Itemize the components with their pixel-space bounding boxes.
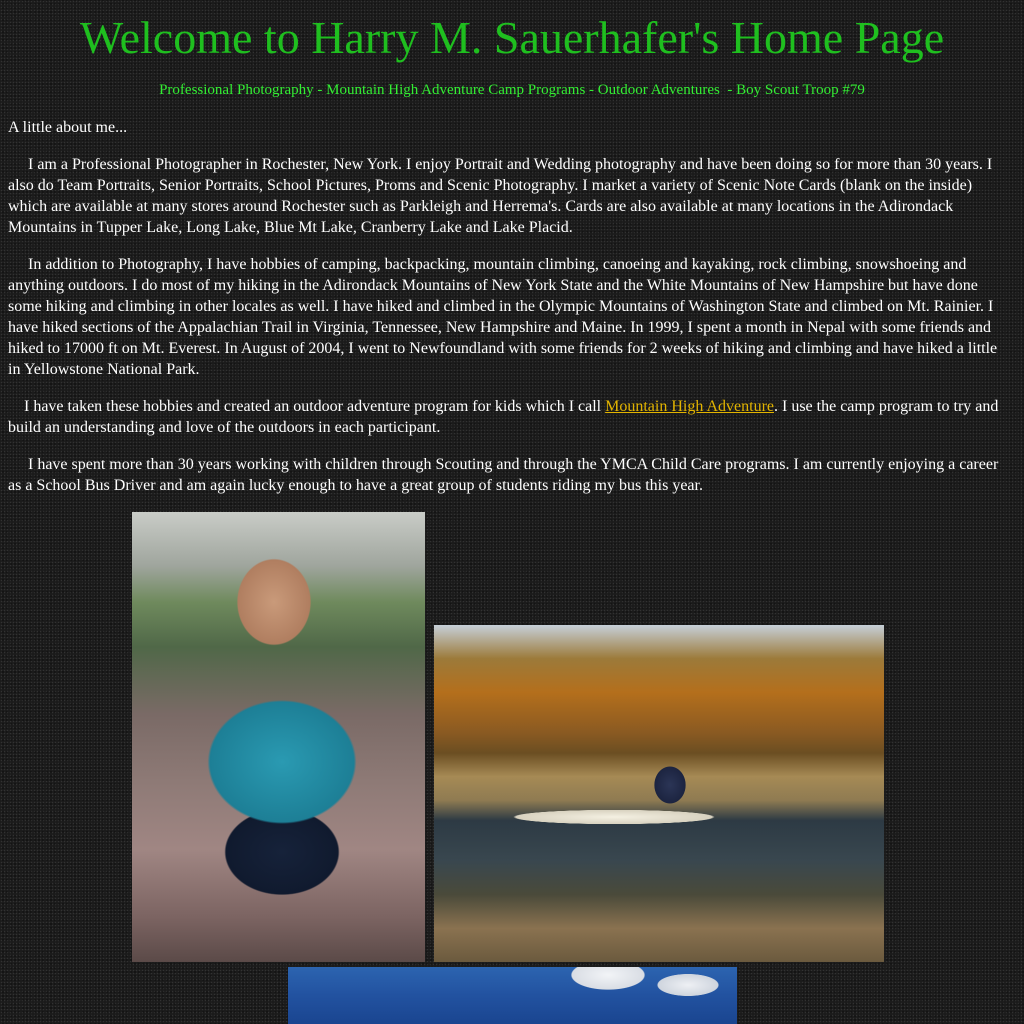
hiker-photo: [132, 512, 425, 962]
kayak-photo: [434, 625, 884, 962]
nav-bar: Professional Photography - Mountain High…: [0, 80, 1024, 100]
sky-photo: [288, 967, 737, 1024]
paragraph-adventure-text-before: I have taken these hobbies and created a…: [24, 398, 606, 415]
nav-separator: -: [585, 82, 598, 98]
paragraph-adventure-program: I have taken these hobbies and created a…: [8, 396, 1012, 438]
main-content: A little about me... I am a Professional…: [8, 117, 1012, 512]
nav-link-boy-scout-troop[interactable]: Boy Scout Troop #79: [736, 82, 865, 98]
nav-separator: -: [313, 82, 327, 98]
nav-link-outdoor-adventures[interactable]: Outdoor Adventures: [598, 82, 720, 98]
intro-text: A little about me...: [8, 119, 128, 136]
nav-separator: -: [723, 82, 737, 98]
nav-link-professional-photography[interactable]: Professional Photography: [159, 82, 314, 98]
paragraph-children: I have spent more than 30 years working …: [8, 454, 1012, 496]
paragraph-hobbies: In addition to Photography, I have hobbi…: [8, 254, 1012, 380]
paragraph-hobbies-text: In addition to Photography, I have hobbi…: [8, 256, 998, 378]
paragraph-children-text: I have spent more than 30 years working …: [8, 456, 999, 494]
paragraph-photography-text: I am a Professional Photographer in Roch…: [8, 156, 993, 236]
mountain-high-adventure-link[interactable]: Mountain High Adventure: [605, 398, 774, 415]
nav-link-mountain-high-adventure[interactable]: Mountain High Adventure Camp Programs: [326, 82, 585, 98]
page-title: Welcome to Harry M. Sauerhafer's Home Pa…: [79, 12, 945, 63]
paragraph-photography: I am a Professional Photographer in Roch…: [8, 154, 1012, 238]
